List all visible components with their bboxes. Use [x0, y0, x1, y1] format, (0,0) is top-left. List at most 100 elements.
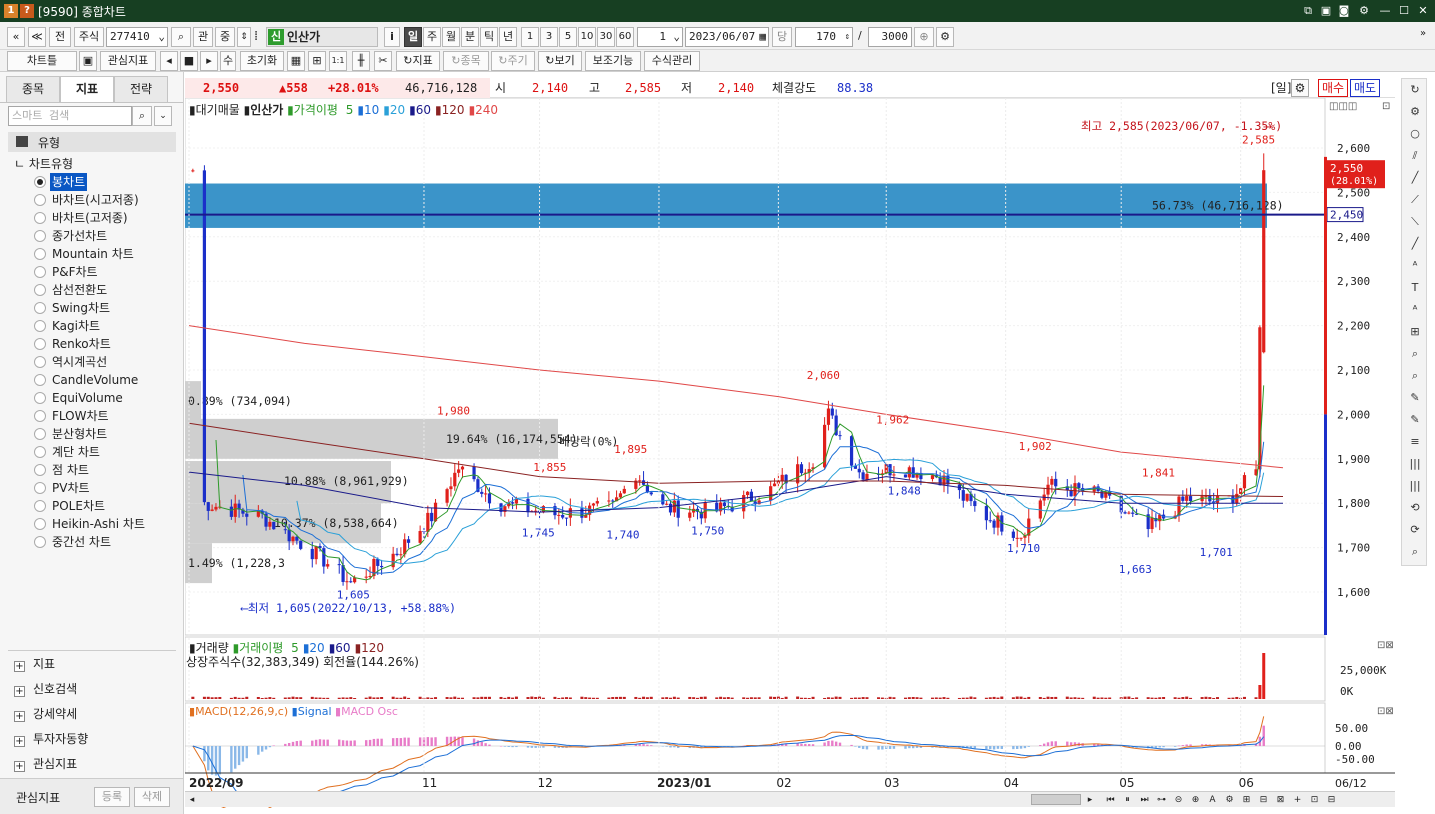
volume-bar[interactable] — [530, 696, 534, 699]
volume-bar[interactable] — [214, 697, 218, 699]
ray-down-icon[interactable]: ⟍ — [1405, 213, 1425, 231]
ma-legend-10[interactable]: ▮10 — [357, 103, 379, 117]
candle-body[interactable] — [865, 473, 869, 480]
grid-icon[interactable]: ▦ — [287, 51, 305, 71]
candle-body[interactable] — [1185, 496, 1189, 501]
volume-bar[interactable] — [480, 696, 484, 699]
volume-bar[interactable] — [1092, 696, 1096, 699]
layout-icon[interactable]: ⊞ — [308, 51, 326, 71]
volume-bar[interactable] — [1231, 697, 1235, 699]
watch-indicator-button[interactable]: 관심지표 — [100, 51, 156, 71]
candle-body[interactable] — [210, 509, 214, 511]
volume-bar[interactable] — [256, 696, 260, 699]
volume-bar[interactable] — [487, 696, 491, 699]
candle-body[interactable] — [892, 474, 896, 476]
volume-bar[interactable] — [938, 697, 942, 699]
candle-body[interactable] — [1011, 531, 1015, 538]
volume-bar[interactable] — [283, 697, 287, 699]
volume-bar[interactable] — [742, 697, 746, 699]
volume-bar[interactable] — [946, 697, 950, 699]
volume-bar[interactable] — [287, 697, 291, 699]
candle-body[interactable] — [349, 581, 353, 583]
volume-bar[interactable] — [337, 697, 341, 699]
volume-bar[interactable] — [722, 697, 726, 699]
volume-bar[interactable] — [665, 697, 669, 699]
volume-bar[interactable] — [988, 697, 992, 699]
sidebar-section-2[interactable]: + 강세약세 — [14, 702, 77, 726]
view-button[interactable]: ↻보기 — [538, 51, 582, 71]
max-bars-input[interactable]: 3000 — [868, 27, 912, 47]
candle-body[interactable] — [283, 529, 287, 531]
candle-body[interactable] — [595, 501, 599, 504]
candle-body[interactable] — [826, 408, 831, 425]
candle-body[interactable] — [1131, 512, 1135, 514]
calendar-icon[interactable]: ▦ — [759, 28, 766, 46]
candle-body[interactable] — [984, 506, 988, 521]
candle-body[interactable] — [769, 486, 773, 501]
candle-body[interactable] — [1046, 484, 1050, 495]
volume-bar[interactable] — [830, 697, 834, 699]
volume-bar[interactable] — [1146, 697, 1150, 699]
volume-bar[interactable] — [703, 696, 707, 699]
candle-body[interactable] — [487, 493, 492, 504]
candle-body[interactable] — [1050, 478, 1054, 485]
candle-body[interactable] — [191, 170, 195, 172]
signal-legend[interactable]: Signal — [298, 705, 332, 718]
candle-body[interactable] — [903, 474, 908, 478]
volume-bar[interactable] — [191, 696, 195, 699]
volume-bar[interactable] — [430, 697, 434, 699]
candle-body[interactable] — [484, 493, 488, 495]
volume-bar[interactable] — [915, 697, 919, 699]
candle-body[interactable] — [395, 553, 399, 556]
chart-type-item[interactable]: Swing차트 — [34, 299, 182, 317]
date-input[interactable]: 2023/06/07 ▦ — [685, 27, 769, 47]
maximize-icon[interactable]: ☐ — [1396, 3, 1412, 19]
zoom-add-icon[interactable]: ⊕ — [914, 27, 934, 47]
volume-bar[interactable] — [514, 696, 518, 699]
candle-body[interactable] — [1181, 496, 1185, 501]
volume-bar[interactable] — [588, 697, 592, 699]
volume-bar[interactable] — [595, 697, 599, 699]
volume-bar[interactable] — [318, 697, 322, 699]
volume-bar[interactable] — [472, 697, 476, 699]
volume-bar[interactable] — [322, 697, 326, 699]
candle-body[interactable] — [1262, 170, 1266, 353]
candle-body[interactable] — [430, 512, 434, 522]
volume-bar[interactable] — [591, 697, 595, 699]
volume-bar[interactable] — [672, 696, 676, 699]
volume-bar[interactable] — [1108, 697, 1112, 699]
chart-type-item[interactable]: Heikin-Ashi 차트 — [34, 515, 182, 533]
volume-bar[interactable] — [206, 696, 210, 699]
settings-icon[interactable]: ⚙ — [1356, 3, 1372, 19]
volume-bar[interactable] — [984, 697, 988, 699]
volume-bar[interactable] — [715, 697, 719, 699]
play-back-icon[interactable]: ◂ — [160, 51, 178, 71]
chart-type-item[interactable]: PV차트 — [34, 479, 182, 497]
volume-bar[interactable] — [418, 696, 422, 699]
volume-bar[interactable] — [1258, 685, 1262, 699]
volume-bar[interactable] — [973, 697, 977, 699]
candle-body[interactable] — [1188, 496, 1193, 502]
candle-body[interactable] — [749, 491, 754, 502]
delete-button[interactable]: 삭제 — [134, 787, 170, 807]
volume-bar[interactable] — [1158, 697, 1162, 699]
candle-body[interactable] — [618, 493, 623, 498]
volume-bar[interactable] — [850, 697, 854, 699]
period-tab-1[interactable]: 주 — [423, 27, 441, 47]
volume-bar[interactable] — [484, 696, 488, 699]
candle-body[interactable] — [299, 540, 303, 549]
chart-type-item[interactable]: Renko차트 — [34, 335, 182, 353]
volume-bar[interactable] — [1027, 696, 1031, 699]
volume-bar[interactable] — [726, 697, 730, 699]
undo-icon[interactable]: ⟲ — [1405, 499, 1425, 517]
candle-body[interactable] — [911, 467, 915, 478]
table-icon[interactable]: ⊠ — [1273, 793, 1288, 807]
candle-body[interactable] — [942, 475, 946, 486]
candle-body[interactable] — [291, 536, 295, 542]
volume-bar[interactable] — [341, 697, 345, 699]
ma-legend-60[interactable]: ▮60 — [409, 103, 431, 117]
candle-body[interactable] — [591, 503, 596, 506]
volume-bar[interactable] — [1150, 697, 1154, 699]
volume-bar[interactable] — [1104, 697, 1108, 699]
volume-bar[interactable] — [642, 696, 646, 699]
